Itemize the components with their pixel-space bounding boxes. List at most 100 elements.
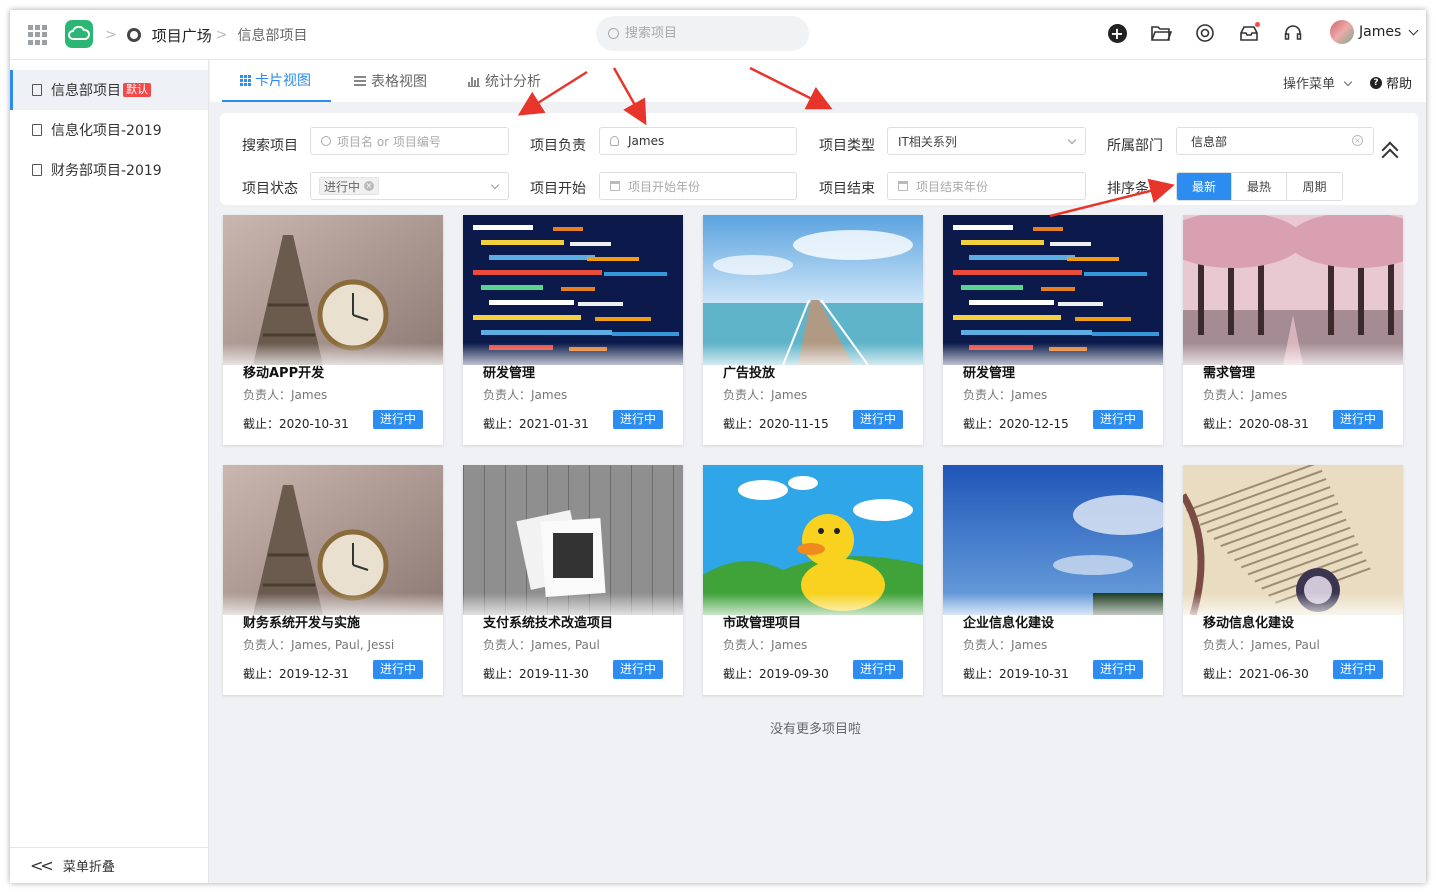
sort-period-button[interactable]: 周期	[1287, 173, 1342, 200]
dept-field[interactable]: 信息部 ×	[1176, 127, 1374, 155]
status-badge: 进行中	[373, 660, 423, 679]
project-due-date: 截止：2020-08-31	[1203, 417, 1309, 431]
inbox-icon[interactable]	[1238, 22, 1260, 44]
chevron-down-icon	[1067, 135, 1077, 145]
global-search[interactable]	[596, 16, 809, 51]
double-chevron-left-icon: <<	[30, 856, 54, 875]
project-title: 研发管理	[483, 366, 536, 381]
search-icon	[321, 136, 331, 146]
breadcrumb: > 项目广场 > 信息部项目	[105, 24, 307, 46]
help-link[interactable]: ? 帮助	[1370, 73, 1412, 92]
project-card[interactable]: 支付系统技术改造项目 负责人：James, Paul 截止：2019-11-30…	[463, 465, 683, 695]
sidebar-item-label: 财务部项目-2019	[51, 163, 162, 179]
status-badge: 进行中	[853, 410, 903, 429]
project-card[interactable]: 财务系统开发与实施 负责人：James, Paul, Jessi 截止：2019…	[223, 465, 443, 695]
end-year-picker[interactable]: 项目结束年份	[887, 172, 1086, 200]
tag-close-icon[interactable]: ×	[364, 181, 375, 191]
search-icon	[608, 28, 619, 39]
project-due-date: 截止：2021-06-30	[1203, 667, 1309, 681]
filter-panel: 搜索项目 项目名 or 项目编号 项目负责 James 项目类型 IT相关系列 …	[220, 113, 1418, 205]
user-name: James	[1359, 24, 1402, 40]
clear-icon[interactable]: ×	[1352, 135, 1363, 146]
project-owner: 负责人：James	[1203, 388, 1288, 402]
type-label: 项目类型	[819, 138, 875, 154]
list-icon	[354, 76, 366, 86]
status-select[interactable]: 进行中 ×	[310, 172, 509, 200]
project-due-date: 截止：2021-01-31	[483, 417, 589, 431]
chevron-down-icon	[1343, 77, 1353, 87]
project-owner: 负责人：James	[243, 388, 328, 402]
status-badge: 进行中	[1333, 660, 1383, 679]
tab-card-view[interactable]: 卡片视图	[222, 60, 331, 102]
document-icon	[32, 164, 42, 176]
project-title: 移动APP开发	[243, 366, 325, 381]
end-label: 项目结束	[819, 181, 875, 197]
status-tag-label: 进行中	[324, 179, 361, 194]
project-owner: 负责人：James	[963, 388, 1048, 402]
project-card[interactable]: 市政管理项目 负责人：James 截止：2019-09-30 进行中	[703, 465, 923, 695]
owner-field[interactable]: James	[599, 127, 797, 155]
sidebar-item-info-dept[interactable]: 信息部项目 默认	[10, 70, 208, 110]
project-title: 市政管理项目	[723, 616, 802, 631]
tab-label: 表格视图	[371, 74, 427, 90]
sort-label: 排序条件	[1107, 181, 1163, 197]
tab-label: 卡片视图	[255, 73, 311, 89]
owner-label: 项目负责	[530, 138, 586, 154]
type-value: IT相关系列	[898, 134, 957, 149]
operations-menu[interactable]: 操作菜单	[1283, 73, 1353, 92]
project-owner: 负责人：James, Paul	[483, 638, 600, 652]
project-card[interactable]: 移动信息化建设 负责人：James, Paul 截止：2021-06-30 进行…	[1183, 465, 1403, 695]
sidebar-item-label: 信息化项目-2019	[51, 123, 162, 139]
no-more-projects-text: 没有更多项目啦	[770, 722, 862, 737]
project-title: 财务系统开发与实施	[243, 616, 361, 631]
status-badge: 进行中	[1333, 410, 1383, 429]
compass-icon	[126, 28, 141, 42]
project-owner: 负责人：James	[963, 638, 1048, 652]
user-menu[interactable]: James	[1330, 20, 1419, 44]
avatar	[1330, 20, 1354, 44]
status-label: 项目状态	[242, 181, 298, 197]
global-search-input[interactable]	[625, 26, 795, 41]
tab-table-view[interactable]: 表格视图	[354, 60, 427, 102]
project-due-date: 截止：2019-10-31	[963, 667, 1069, 681]
project-title: 移动信息化建设	[1203, 616, 1295, 631]
headset-icon[interactable]	[1282, 22, 1304, 44]
start-year-picker[interactable]: 项目开始年份	[599, 172, 797, 200]
tab-label: 统计分析	[485, 74, 541, 90]
sort-newest-button[interactable]: 最新	[1177, 173, 1232, 200]
project-owner: 负责人：James	[483, 388, 568, 402]
status-badge: 进行中	[613, 660, 663, 679]
status-badge: 进行中	[1093, 410, 1143, 429]
sidebar-item-finance-2019[interactable]: 财务部项目-2019	[10, 150, 208, 190]
project-owner: 负责人：James	[723, 388, 808, 402]
sort-hottest-button[interactable]: 最热	[1232, 173, 1287, 200]
sidebar: 信息部项目 默认 信息化项目-2019 财务部项目-2019 << 菜单折叠	[10, 60, 209, 883]
apps-grid-icon[interactable]	[28, 25, 48, 45]
document-icon	[32, 124, 42, 136]
add-icon[interactable]: +	[1106, 22, 1128, 44]
project-card[interactable]: 广告投放 负责人：James 截止：2020-11-15 进行中	[703, 215, 923, 445]
default-badge: 默认	[123, 83, 151, 97]
chevron-right-icon: >	[215, 27, 228, 43]
collapse-menu-button[interactable]: << 菜单折叠	[10, 847, 209, 883]
tab-statistics[interactable]: 统计分析	[468, 60, 541, 102]
project-card[interactable]: 移动APP开发 负责人：James 截止：2020-10-31 进行中	[223, 215, 443, 445]
project-title: 研发管理	[963, 366, 1016, 381]
project-card[interactable]: 企业信息化建设 负责人：James 截止：2019-10-31 进行中	[943, 465, 1163, 695]
chevron-down-icon	[490, 180, 500, 190]
project-due-date: 截止：2020-10-31	[243, 417, 349, 431]
breadcrumb-current: 信息部项目	[237, 28, 308, 44]
type-select[interactable]: IT相关系列	[887, 127, 1086, 155]
project-card[interactable]: 需求管理 负责人：James 截止：2020-08-31 进行中	[1183, 215, 1403, 445]
folder-icon[interactable]	[1150, 22, 1172, 44]
project-search-field[interactable]: 项目名 or 项目编号	[310, 127, 509, 155]
lifebuoy-icon[interactable]	[1194, 22, 1216, 44]
project-card[interactable]: 研发管理 负责人：James 截止：2020-12-15 进行中	[943, 215, 1163, 445]
project-due-date: 截止：2020-12-15	[963, 417, 1069, 431]
project-search-placeholder: 项目名 or 项目编号	[337, 134, 441, 149]
breadcrumb-root[interactable]: 项目广场	[152, 25, 212, 46]
project-card[interactable]: 研发管理 负责人：James 截止：2021-01-31 进行中	[463, 215, 683, 445]
dept-value: 信息部	[1191, 134, 1228, 149]
cloud-logo[interactable]	[65, 20, 93, 48]
sidebar-item-info-2019[interactable]: 信息化项目-2019	[10, 110, 208, 150]
